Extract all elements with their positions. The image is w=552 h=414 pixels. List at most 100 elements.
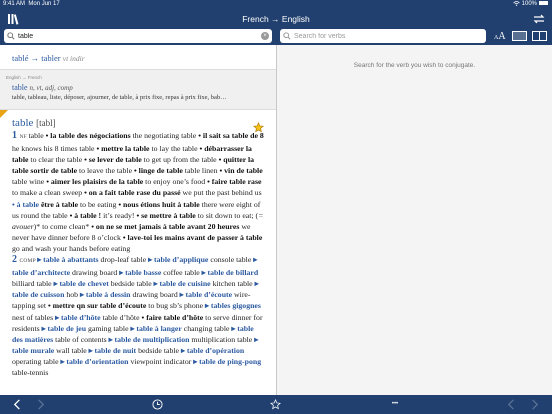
- example-phrase: • linge de table: [133, 166, 183, 176]
- example-phrase: • nous étions huit à table: [118, 199, 200, 209]
- translation-text: table-tennis: [12, 367, 49, 377]
- entry-headword: table [tabl]: [12, 117, 56, 129]
- search-bar: × AA: [0, 29, 552, 45]
- search-input[interactable]: [18, 30, 258, 42]
- forward-icon[interactable]: [35, 399, 46, 410]
- split-pane-layout-icon[interactable]: [532, 31, 547, 41]
- translation-text: drop-leaf table: [98, 255, 149, 265]
- translation-text: we put the past behind us: [180, 188, 262, 198]
- sub-entry-link[interactable]: ▸ table d’opération: [181, 346, 244, 355]
- sub-entry-link[interactable]: ▸ table basse: [119, 268, 161, 277]
- translation-text: gaming table: [86, 323, 131, 333]
- battery-icon: [539, 1, 548, 6]
- dictionary-search-box: ×: [4, 29, 272, 43]
- translation-text: to lay the table: [149, 144, 200, 154]
- sub-entry-link[interactable]: ▸ table d’écoute: [180, 290, 232, 299]
- dictionary-pane: tablé → tabler vt indir English → French…: [0, 45, 276, 395]
- entry-sense: 1 NF table • la table des négociations t…: [12, 130, 264, 199]
- translation-text: to sit down to eat; (: [195, 210, 259, 220]
- back-icon[interactable]: [12, 399, 23, 410]
- conjugation-hint: Search for the verb you wish to conjugat…: [353, 62, 476, 69]
- translation-text: it’s ready!: [101, 210, 137, 220]
- search-icon: [283, 32, 291, 40]
- nav-bar: French → English: [0, 9, 552, 29]
- conjugation-forward-icon[interactable]: [529, 399, 540, 410]
- sub-entry-link[interactable]: ▸ table de jeu: [42, 324, 86, 333]
- sub-entry-link[interactable]: ▸ table d’orientation: [61, 357, 129, 366]
- single-pane-layout-icon[interactable]: [512, 31, 527, 41]
- sub-entry-link[interactable]: ▸ table à langer: [130, 324, 181, 333]
- more-options-icon[interactable]: •••: [387, 399, 403, 410]
- battery-percent: 100%: [521, 1, 537, 7]
- sense-number: 1: [12, 130, 20, 141]
- translation-text: to be eating: [78, 199, 119, 209]
- translation-text: to clear the table: [28, 155, 85, 165]
- sub-entry-link[interactable]: ▸ table d’applique: [148, 255, 208, 264]
- translation-text: nest of tables: [12, 312, 56, 322]
- sub-entry-link[interactable]: ▸ table à abattants: [37, 255, 98, 264]
- translation-text: changing table: [181, 323, 232, 333]
- translation-text: viewpoint indicator: [128, 356, 194, 366]
- translation-text: table d’hôte: [100, 312, 142, 322]
- conjugation-match-row[interactable]: tablé → tabler vt indir: [0, 45, 276, 70]
- translation-text: table wine: [12, 177, 47, 187]
- conjugation-pane: Search for the verb you wish to conjugat…: [277, 45, 552, 395]
- entry-body: 1 NF table • la table des négociations t…: [12, 130, 264, 378]
- favorite-star-icon[interactable]: [253, 122, 264, 133]
- status-indicators: 100%: [513, 0, 548, 9]
- history-icon[interactable]: [152, 399, 163, 410]
- sub-entry-link[interactable]: ▸ tables gigognes: [205, 301, 261, 310]
- translation-text: drawing board: [130, 290, 180, 300]
- result-translations: table, tableau, liste, déposer, ajourner…: [12, 94, 227, 101]
- translation-text: to get up from the table: [141, 155, 219, 165]
- result-language: English → French: [6, 75, 42, 80]
- translation-text: table linen: [182, 166, 220, 176]
- translation-text: to make a clean sweep: [12, 188, 85, 198]
- example-phrase: • la table des négociations: [45, 131, 131, 140]
- sub-entry-link[interactable]: ▸ table d’hôte: [55, 313, 101, 322]
- sub-entry-link[interactable]: ▸ table de ping-pong: [193, 357, 261, 366]
- entry-bookmark-corner: [0, 110, 8, 118]
- translation-text: operating table: [12, 356, 61, 366]
- sub-entry-link[interactable]: ▸ table à dessin: [80, 290, 131, 299]
- entry-sense: 2 COMP ▸ table à abattants drop-leaf tab…: [12, 254, 264, 378]
- translation-text: to bug sb’s phone: [146, 301, 206, 311]
- example-phrase: • faire table rase: [207, 177, 262, 187]
- translation-text: the negotiating table: [130, 131, 199, 140]
- sub-entry-link[interactable]: ▸ table de chevet: [54, 279, 109, 288]
- sub-entry-link[interactable]: • à table: [12, 200, 39, 209]
- translation-text: bedside table: [136, 345, 181, 355]
- example-phrase: • aimer les plaisirs de la table: [46, 177, 144, 187]
- status-time-date: 9:41 AM Mon Jun 17: [3, 1, 60, 7]
- verb-search-input[interactable]: [294, 30, 484, 42]
- entry-sense: • à table être à table to be eating • no…: [12, 199, 264, 254]
- wifi-icon: [513, 1, 520, 6]
- example-phrase: être à table: [39, 199, 79, 209]
- search-result-item[interactable]: English → French table n, vt, adj, comp …: [0, 70, 276, 110]
- sense-number: 2: [12, 254, 20, 266]
- example-phrase: • mettre la table: [96, 144, 150, 154]
- sub-entry-link[interactable]: ▸ table de cuisine: [154, 279, 211, 288]
- sub-entry-link[interactable]: ▸ table de nuit: [89, 346, 136, 355]
- sub-entry-link[interactable]: ▸ table de multiplication: [109, 335, 190, 344]
- page-title: French → English: [242, 14, 310, 24]
- font-size-button[interactable]: AA: [494, 30, 506, 45]
- example-phrase: • se lever de table: [84, 155, 142, 165]
- bottom-toolbar: •••: [0, 395, 552, 414]
- translation-text: table of contents: [53, 334, 109, 344]
- translation-text: )* to come clean*: [33, 221, 92, 231]
- translation-text: coffee table: [161, 268, 202, 278]
- verb-search-box: [280, 29, 486, 43]
- translation-text: bedside table: [108, 279, 154, 289]
- favorites-icon[interactable]: [270, 399, 281, 410]
- sub-entry-link[interactable]: ▸ table de billard: [202, 268, 259, 277]
- conjugation-back-icon[interactable]: [506, 399, 517, 410]
- swap-languages-icon[interactable]: [533, 13, 545, 25]
- example-phrase: • on a fait table rase du passé: [84, 188, 181, 198]
- translation-text: drawing board: [70, 268, 120, 278]
- example-phrase: • mettre qn sur table d’écoute: [47, 301, 147, 311]
- translation-text: table: [28, 131, 46, 140]
- translation-text: hob: [64, 290, 81, 300]
- clear-search-icon[interactable]: ×: [261, 32, 269, 40]
- search-icon: [7, 32, 15, 40]
